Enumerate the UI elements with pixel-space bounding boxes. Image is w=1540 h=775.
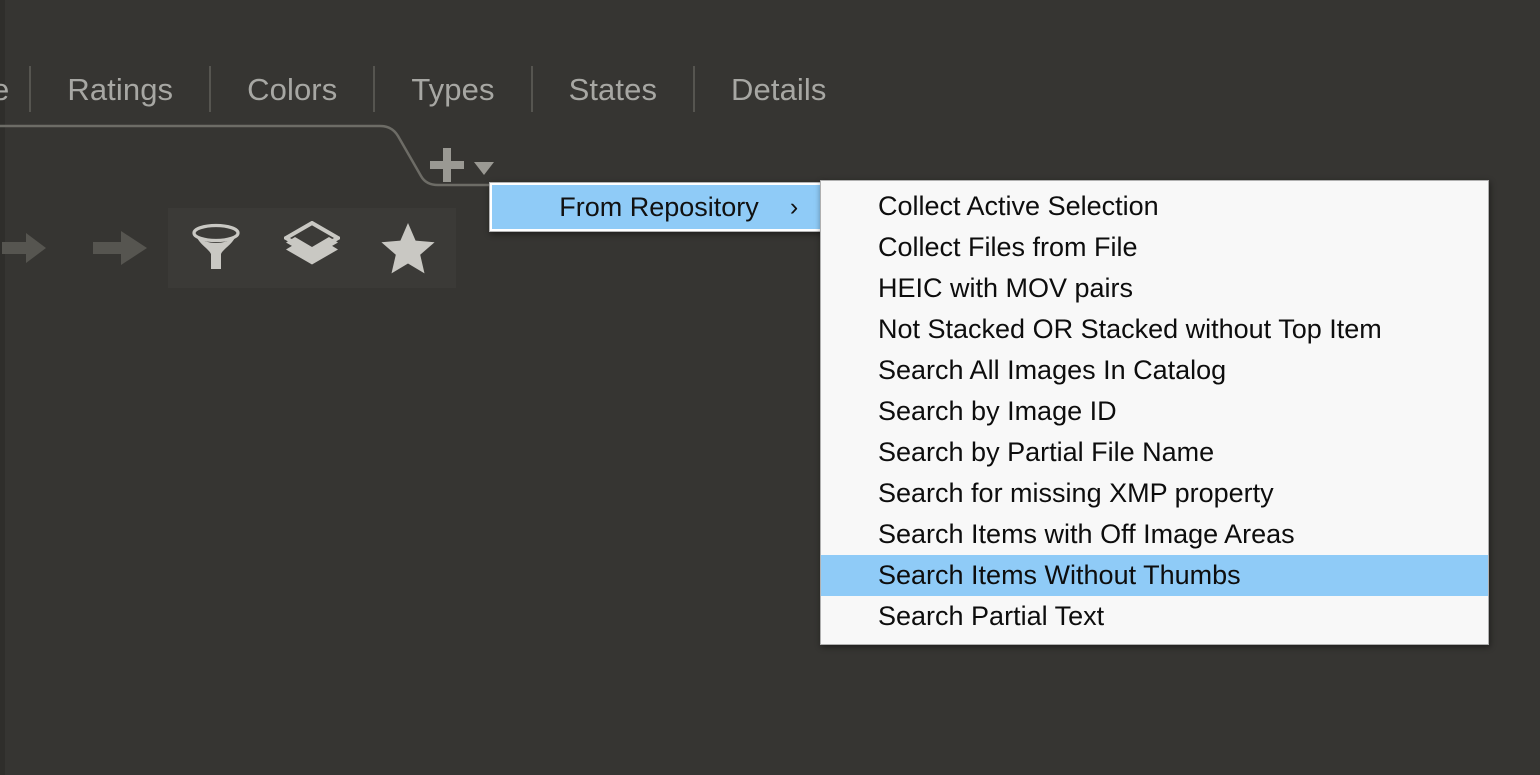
repository-dropdown-menu: Collect Active Selection Collect Files f…	[820, 180, 1489, 645]
plus-icon[interactable]	[428, 146, 466, 184]
menu-item-collect-files-from-file[interactable]: Collect Files from File	[821, 227, 1488, 268]
chevron-down-icon[interactable]	[474, 161, 494, 175]
add-collection-button[interactable]	[428, 146, 494, 184]
menu-item-label: Not Stacked OR Stacked without Top Item	[878, 314, 1382, 344]
menu-item-label: Search All Images In Catalog	[878, 355, 1227, 385]
menu-item-label: Collect Files from File	[878, 232, 1138, 262]
tab-label: Types	[411, 71, 495, 107]
menu-item-search-partial-text[interactable]: Search Partial Text	[821, 596, 1488, 637]
layers-icon	[284, 221, 340, 265]
menu-item-label: From Repository	[559, 191, 759, 222]
arrow-icon	[2, 233, 46, 263]
menu-item-search-items-without-thumbs[interactable]: Search Items Without Thumbs	[821, 555, 1488, 596]
menu-item-label: Search by Image ID	[878, 396, 1117, 426]
menu-item-search-by-image-id[interactable]: Search by Image ID	[821, 391, 1488, 432]
toolbar-button-arrow-right[interactable]	[72, 208, 168, 288]
menu-item-label: Search Items with Off Image Areas	[878, 519, 1295, 549]
menu-item-heic-with-mov-pairs[interactable]: HEIC with MOV pairs	[821, 268, 1488, 309]
chevron-right-icon: ›	[789, 192, 799, 221]
tab-states[interactable]: States	[533, 74, 693, 105]
menu-item-not-stacked-or-stacked-without-top-item[interactable]: Not Stacked OR Stacked without Top Item	[821, 309, 1488, 350]
tab-types[interactable]: Types	[375, 74, 530, 105]
menu-item-from-repository[interactable]: From Repository ›	[492, 185, 820, 229]
tab-details[interactable]: Details	[695, 74, 862, 105]
toolbar-button-favorite[interactable]	[360, 208, 456, 288]
toolbar-button-filter[interactable]	[168, 208, 264, 288]
menu-item-search-items-with-off-image-areas[interactable]: Search Items with Off Image Areas	[821, 514, 1488, 555]
tab-label: States	[568, 71, 658, 107]
menu-item-label: Search by Partial File Name	[878, 437, 1215, 467]
arrow-right-icon	[93, 231, 147, 265]
menu-item-search-all-images-in-catalog[interactable]: Search All Images In Catalog	[821, 350, 1488, 391]
star-icon	[381, 223, 435, 274]
menu-item-label: Collect Active Selection	[878, 191, 1159, 221]
menu-item-label: Search for missing XMP property	[878, 478, 1274, 508]
menu-item-label: Search Partial Text	[878, 601, 1105, 631]
tab-colors[interactable]: Colors	[211, 74, 373, 105]
menu-item-collect-active-selection[interactable]: Collect Active Selection	[821, 186, 1488, 227]
funnel-icon	[192, 223, 240, 269]
tab-ratings[interactable]: Ratings	[31, 74, 209, 105]
submenu-from-repository: From Repository ›	[489, 182, 823, 232]
menu-item-search-for-missing-xmp-property[interactable]: Search for missing XMP property	[821, 473, 1488, 514]
tab-label: Details	[731, 71, 827, 107]
tab-label: e	[0, 71, 10, 107]
menu-item-label: HEIC with MOV pairs	[878, 273, 1134, 303]
tab-label: Colors	[247, 71, 338, 107]
tab-bar: e Ratings Colors Types States Details	[0, 56, 863, 122]
menu-item-search-by-partial-file-name[interactable]: Search by Partial File Name	[821, 432, 1488, 473]
toolbar-button-layers[interactable]	[264, 208, 360, 288]
toolbar-button-arrow-left-partial[interactable]	[0, 208, 72, 288]
application-window: e Ratings Colors Types States Details Fr…	[0, 0, 1540, 775]
tab-label: Ratings	[67, 71, 174, 107]
toolbar	[0, 208, 456, 288]
menu-item-label: Search Items Without Thumbs	[878, 560, 1241, 590]
tab-clipped[interactable]: e	[0, 74, 29, 105]
